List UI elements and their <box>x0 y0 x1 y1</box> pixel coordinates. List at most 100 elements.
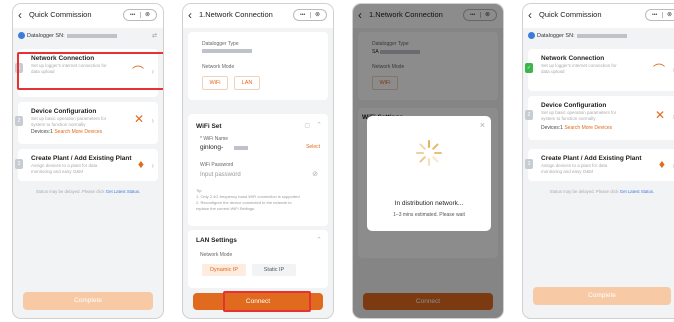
devices-line: Devices:1 Search More Devices <box>541 125 613 131</box>
plant-icon: ♦ <box>137 157 144 171</box>
step-done-badge: ✓ <box>525 63 533 73</box>
card-device-configuration[interactable]: 2 Device Configuration Set up basic oper… <box>15 102 158 144</box>
step-badge: 3 <box>525 159 533 169</box>
top-bar: ‹ Quick Commission ••• ⊗ <box>523 4 674 28</box>
back-icon[interactable]: ‹ <box>18 9 22 21</box>
wifi-set-card: WiFi Set ▢ ⌃ * WiFi Name ginlong- Select… <box>188 114 328 226</box>
panel-network-connection: ‹ 1.Network Connection ••• ⊗ Datalogger … <box>182 3 334 319</box>
collapse-icon[interactable]: ⌃ <box>316 236 322 244</box>
card-title: Network Connection <box>541 55 605 62</box>
card-create-plant[interactable]: 3 Create Plant / Add Existing Plant Assi… <box>15 149 158 181</box>
capsule-divider <box>310 12 311 18</box>
modal-title: In distribution network... <box>394 200 464 207</box>
wifi-name-label: * WiFi Name <box>200 136 229 142</box>
card-title: Create Plant / Add Existing Plant <box>31 155 132 162</box>
logger-icon <box>528 32 535 39</box>
lan-network-mode-label: Network Mode <box>200 252 233 258</box>
close-icon[interactable]: ⊗ <box>667 10 672 20</box>
mode-lan-option[interactable]: LAN <box>234 76 260 90</box>
card-desc: Assign devices to a plant for data monit… <box>31 163 98 174</box>
complete-button[interactable]: Complete <box>533 287 671 305</box>
card-device-configuration[interactable]: 2 Device Configuration Set up basic oper… <box>525 96 674 140</box>
panel-quick-commission: ‹ Quick Commission ••• ⊗ Datalogger SN: … <box>12 3 164 319</box>
get-latest-status-link[interactable]: Get Latest Status. <box>106 189 140 194</box>
dynamic-ip-option[interactable]: Dynamic IP <box>202 264 246 276</box>
page-title: 1.Network Connection <box>199 10 273 19</box>
datalogger-sn: Datalogger SN: <box>528 32 627 39</box>
step-badge: 3 <box>15 159 23 169</box>
panel-distribution-progress: ‹ 1.Network Connection ••• ⊗ Datalogger … <box>352 3 504 319</box>
card-desc: Assign devices to a plant for data monit… <box>541 163 608 174</box>
capsule-menu[interactable]: ••• ⊗ <box>645 9 674 21</box>
back-icon[interactable]: ‹ <box>528 9 532 21</box>
more-icon[interactable]: ••• <box>130 10 135 20</box>
search-more-devices-link[interactable]: Search More Devices <box>564 125 612 131</box>
status-note: Status may be delayed. Please click Get … <box>35 189 141 194</box>
loading-spinner-icon <box>416 140 442 166</box>
router-icon: ⌒ <box>652 63 665 77</box>
close-icon[interactable]: ⊗ <box>145 10 150 20</box>
capsule-divider <box>140 12 141 18</box>
plant-icon: ♦ <box>658 157 665 171</box>
collapse-icon[interactable]: ⌃ <box>316 121 322 129</box>
get-latest-status-link[interactable]: Get Latest Status. <box>620 189 654 194</box>
highlight-box <box>223 291 311 312</box>
logger-icon <box>18 32 25 39</box>
datalogger-type-label: Datalogger Type <box>202 41 239 47</box>
modal-subtitle: 1–3 mins estimated. Please wait <box>393 212 465 218</box>
swap-icon[interactable]: ⇄ <box>152 32 157 39</box>
top-bar: ‹ 1.Network Connection ••• ⊗ <box>183 4 333 28</box>
lan-settings-card: LAN Settings ⌃ Network Mode Dynamic IP S… <box>188 230 328 288</box>
devices-line: Devices:1 Search More Devices <box>31 129 103 135</box>
search-more-devices-link[interactable]: Search More Devices <box>54 129 102 135</box>
wifi-set-heading: WiFi Set <box>196 123 222 130</box>
select-link[interactable]: Select <box>306 144 320 150</box>
close-icon[interactable]: × <box>480 120 485 130</box>
card-desc: Set up basic operation parameters for sy… <box>541 110 617 121</box>
capsule-menu[interactable]: ••• ⊗ <box>123 9 157 21</box>
step-badge: 2 <box>525 110 533 120</box>
wifi-password-input[interactable]: Input password <box>200 172 241 178</box>
page-title: Quick Commission <box>29 10 92 19</box>
back-icon[interactable]: ‹ <box>188 9 192 21</box>
card-title: Create Plant / Add Existing Plant <box>541 155 642 162</box>
tip-line: 1. Only 2.4G frequency band WiFi connect… <box>196 194 300 199</box>
page-title: Quick Commission <box>539 10 602 19</box>
progress-modal: × In distribution network... 1–3 mins es… <box>367 116 491 231</box>
sn-redacted <box>66 33 117 38</box>
tools-icon: ✕ <box>133 112 144 126</box>
card-desc: Set up logger's internet connection for … <box>541 63 617 74</box>
mode-wifi-option[interactable]: WiFi <box>202 76 228 90</box>
tools-icon: ✕ <box>654 108 665 122</box>
wifi-name-value[interactable]: ginlong- <box>200 144 223 151</box>
close-icon[interactable]: ⊗ <box>315 10 320 20</box>
card-title: Device Configuration <box>541 102 607 109</box>
capsule-divider <box>662 12 663 18</box>
eye-off-icon[interactable]: ⊘ <box>312 170 318 178</box>
static-ip-option[interactable]: Static IP <box>252 264 296 276</box>
complete-button[interactable]: Complete <box>23 292 153 310</box>
datalogger-type-redacted <box>202 49 252 53</box>
card-desc: Set up basic operation parameters for sy… <box>31 116 107 127</box>
more-icon[interactable]: ••• <box>652 10 657 20</box>
capsule-menu[interactable]: ••• ⊗ <box>293 9 327 21</box>
wifi-name-redacted <box>234 146 248 150</box>
panel-quick-commission-done: ‹ Quick Commission ••• ⊗ Datalogger SN: … <box>522 3 674 319</box>
wifi-password-label: WiFi Password <box>200 162 234 168</box>
card-create-plant[interactable]: 3 Create Plant / Add Existing Plant Assi… <box>525 149 674 181</box>
tip-line: Tip: <box>196 188 203 193</box>
top-bar: ‹ Quick Commission ••• ⊗ <box>13 4 163 28</box>
chevron-right-icon: › <box>151 116 154 125</box>
card-network-connection[interactable]: ✓ Network Connection Set up logger's int… <box>525 49 674 91</box>
step-badge: 2 <box>15 116 23 126</box>
tip-line: 2. Reconfigure the device connected to t… <box>196 200 292 205</box>
logger-info-card: Datalogger Type Network Mode WiFi LAN <box>188 32 328 100</box>
edit-icon[interactable]: ▢ <box>304 122 310 129</box>
tip-line: replace the current WiFi Settings. <box>196 206 256 211</box>
more-icon[interactable]: ••• <box>300 10 305 20</box>
chevron-right-icon: › <box>151 161 154 170</box>
status-note: Status may be delayed. Please click Get … <box>549 189 655 194</box>
sn-redacted <box>576 33 627 38</box>
datalogger-sn: Datalogger SN: <box>18 32 117 39</box>
network-mode-label: Network Mode <box>202 64 235 70</box>
